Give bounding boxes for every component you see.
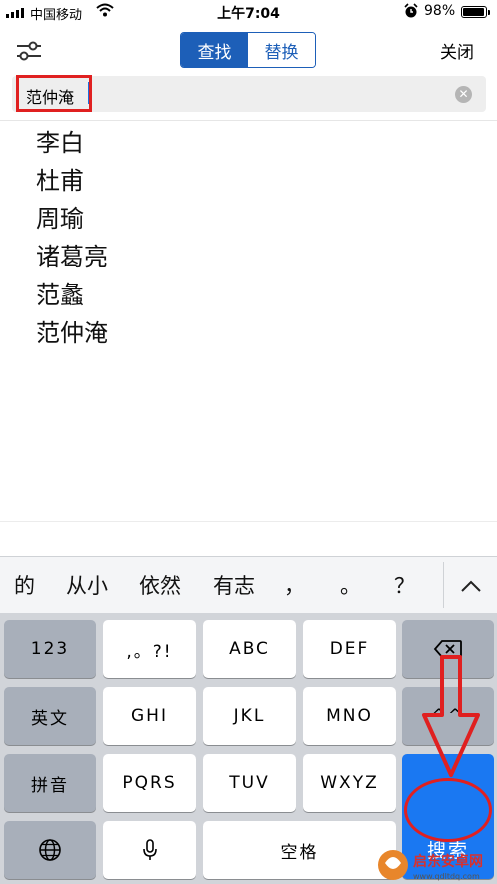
battery-icon [461, 6, 490, 18]
annotation-circle [404, 778, 492, 842]
watermark-name: 启东安卓网 [413, 853, 483, 870]
candidate-word[interactable]: ， [284, 570, 305, 600]
filter-settings-icon[interactable] [14, 38, 44, 64]
key-wxyz[interactable]: WXYZ [303, 754, 396, 812]
alarm-icon [404, 3, 418, 18]
candidate-word[interactable]: 。 [340, 570, 361, 600]
key-english[interactable]: 英文 [4, 687, 96, 745]
key-tuv[interactable]: TUV [203, 754, 296, 812]
candidate-word[interactable]: 从小 [66, 570, 108, 600]
battery-percent: 98% [424, 3, 456, 19]
candidate-word[interactable]: ？ [394, 570, 415, 600]
list-item[interactable]: 李白 [36, 124, 108, 162]
candidate-word[interactable]: 的 [14, 570, 35, 600]
key-abc[interactable]: ABC [203, 620, 296, 678]
key-ghi[interactable]: GHI [103, 687, 196, 745]
divider [0, 521, 497, 522]
chevron-up-icon[interactable] [456, 574, 486, 600]
tab-find[interactable]: 查找 [181, 33, 248, 67]
key-mno[interactable]: MNO [303, 687, 396, 745]
clear-search-icon[interactable]: ✕ [455, 86, 472, 103]
list-item[interactable]: 范仲淹 [36, 314, 108, 352]
annotation-highlight-box [16, 75, 92, 112]
list-item[interactable]: 杜甫 [36, 162, 108, 200]
list-item[interactable]: 诸葛亮 [36, 238, 108, 276]
key-def[interactable]: DEF [303, 620, 396, 678]
dictation-key[interactable] [103, 821, 196, 879]
key-punctuation[interactable]: ,。?! [103, 620, 196, 678]
results-list: 李白 杜甫 周瑜 诸葛亮 范蠡 范仲淹 [36, 124, 108, 352]
watermark-logo: 启东安卓网 www.qdltdq.com [378, 850, 483, 881]
key-jkl[interactable]: JKL [203, 687, 296, 745]
status-bar: 中国移动 上午7:04 98% [0, 0, 497, 26]
list-item[interactable]: 周瑜 [36, 200, 108, 238]
list-item[interactable]: 范蠡 [36, 276, 108, 314]
divider [443, 562, 444, 608]
key-numbers[interactable]: 123 [4, 620, 96, 678]
tab-replace[interactable]: 替换 [248, 33, 315, 67]
key-pinyin[interactable]: 拼音 [4, 754, 96, 812]
divider [0, 120, 497, 121]
watermark-url: www.qdltdq.com [413, 872, 480, 881]
key-pqrs[interactable]: PQRS [103, 754, 196, 812]
space-key[interactable]: 空格 [203, 821, 396, 879]
close-button[interactable]: 关闭 [440, 38, 474, 63]
candidate-word[interactable]: 有志 [213, 570, 255, 600]
clock: 上午7:04 [217, 6, 280, 22]
globe-key[interactable] [4, 821, 96, 879]
annotation-arrow-icon [422, 655, 480, 777]
globe-icon [39, 839, 61, 861]
find-replace-segmented-control: 查找 替换 [180, 32, 316, 68]
microphone-icon [142, 839, 157, 860]
candidate-word[interactable]: 依然 [139, 570, 181, 600]
